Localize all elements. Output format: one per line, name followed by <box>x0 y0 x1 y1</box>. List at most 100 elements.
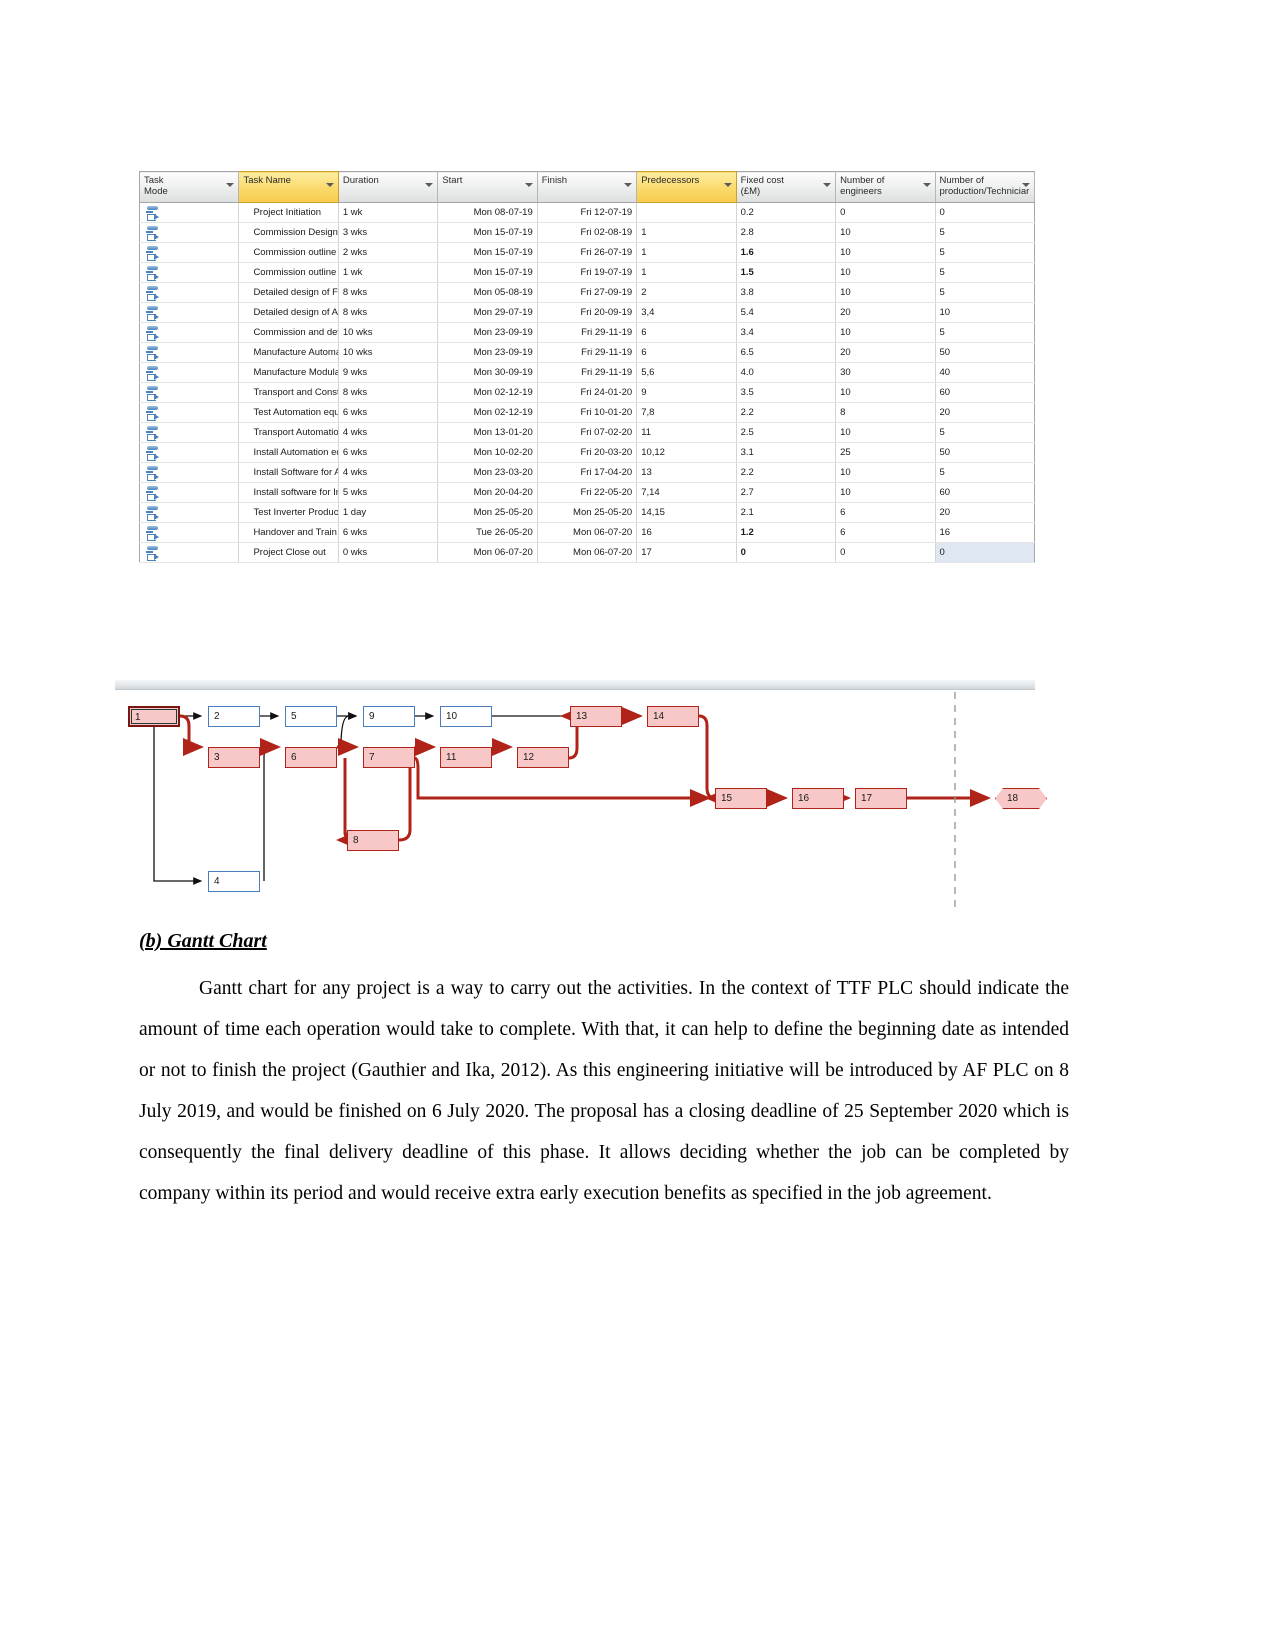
column-header-start[interactable]: Start <box>437 171 538 203</box>
column-header-pred[interactable]: Predecessors <box>636 171 737 203</box>
cell-pred[interactable]: 11 <box>636 422 737 443</box>
column-header-mode[interactable]: Task Mode <box>139 171 240 203</box>
task-mode-cell[interactable] <box>139 502 240 523</box>
chevron-down-icon[interactable] <box>226 183 235 187</box>
cell-eng[interactable]: 6 <box>835 502 936 523</box>
cell-dur[interactable]: 3 wks <box>338 222 439 243</box>
table-row[interactable]: Test Inverter Production1 day Mon 25-05-2… <box>139 502 1035 523</box>
task-mode-cell[interactable] <box>139 522 240 543</box>
task-mode-cell[interactable] <box>139 202 240 223</box>
cell-fin[interactable]: Fri 19-07-19 <box>537 262 638 283</box>
cell-dur[interactable]: 8 wks <box>338 302 439 323</box>
cell-start[interactable]: Mon 23-09-19 <box>437 322 538 343</box>
cell-start[interactable]: Mon 23-03-20 <box>437 462 538 483</box>
cell-pred[interactable]: 10,12 <box>636 442 737 463</box>
cell-start[interactable]: Mon 13-01-20 <box>437 422 538 443</box>
task-mode-cell[interactable] <box>139 282 240 303</box>
table-body[interactable]: Project Initiation 1 wk Mon 08-07-19 Fri 12… <box>139 202 1035 563</box>
network-node-8[interactable]: 8 <box>347 830 399 851</box>
table-row[interactable]: Commission and develop 10 wks Mon 23-09-19… <box>139 322 1035 343</box>
task-mode-cell[interactable] <box>139 462 240 483</box>
cell-fin[interactable]: Fri 12-07-19 <box>537 202 638 223</box>
cell-start[interactable]: Tue 26-05-20 <box>437 522 538 543</box>
cell-name[interactable]: Commission outline Desi <box>238 262 339 283</box>
task-mode-cell[interactable] <box>139 342 240 363</box>
cell-prod[interactable]: 5 <box>935 262 1035 283</box>
network-node-12[interactable]: 12 <box>517 747 569 768</box>
cell-dur[interactable]: 6 wks <box>338 442 439 463</box>
cell-cost[interactable]: 3.8 <box>736 282 837 303</box>
cell-fin[interactable]: Fri 17-04-20 <box>537 462 638 483</box>
cell-name[interactable]: Handover and Train TTF e <box>238 522 339 543</box>
cell-name[interactable]: Manufacture Modular Fa <box>238 362 339 383</box>
table-row[interactable]: Install Software for Auto 4 wks Mon 23-03-… <box>139 462 1035 483</box>
cell-cost[interactable]: 2.2 <box>736 402 837 423</box>
cell-cost[interactable]: 0.2 <box>736 202 837 223</box>
cell-pred[interactable]: 7,14 <box>636 482 737 503</box>
network-node-17[interactable]: 17 <box>855 788 907 809</box>
task-mode-cell[interactable] <box>139 382 240 403</box>
chevron-down-icon[interactable] <box>922 183 931 187</box>
cell-eng[interactable]: 6 <box>835 522 936 543</box>
network-node-4[interactable]: 4 <box>208 871 260 892</box>
task-mode-cell[interactable] <box>139 302 240 323</box>
cell-dur[interactable]: 8 wks <box>338 382 439 403</box>
cell-dur[interactable]: 2 wks <box>338 242 439 263</box>
network-node-7[interactable]: 7 <box>363 747 415 768</box>
column-header-prod[interactable]: Number of production/Techniciar <box>935 171 1035 203</box>
cell-cost[interactable]: 1.2 <box>736 522 837 543</box>
cell-dur[interactable]: 4 wks <box>338 422 439 443</box>
cell-eng[interactable]: 8 <box>835 402 936 423</box>
cell-name[interactable]: Commission Design of Fa <box>238 222 339 243</box>
cell-name[interactable]: Project Initiation <box>238 202 339 223</box>
cell-start[interactable]: Mon 15-07-19 <box>437 242 538 263</box>
cell-prod[interactable]: 5 <box>935 222 1035 243</box>
table-row[interactable]: Manufacture Modular Fa 9 wks Mon 30-09-19 F… <box>139 362 1035 383</box>
chevron-down-icon[interactable] <box>723 183 732 187</box>
cell-fin[interactable]: Fri 02-08-19 <box>537 222 638 243</box>
cell-dur[interactable]: 6 wks <box>338 522 439 543</box>
cell-cost[interactable]: 5.4 <box>736 302 837 323</box>
task-mode-cell[interactable] <box>139 222 240 243</box>
table-row[interactable]: Handover and Train TTF e 6 wks Tue 26-05-2… <box>139 522 1035 543</box>
task-mode-cell[interactable] <box>139 422 240 443</box>
cell-fin[interactable]: Mon 06-07-20 <box>537 542 638 563</box>
cell-pred[interactable]: 1 <box>636 242 737 263</box>
cell-name[interactable]: Install software for Inver <box>238 482 339 503</box>
cell-eng[interactable]: 10 <box>835 462 936 483</box>
cell-cost[interactable]: 2.7 <box>736 482 837 503</box>
cell-prod[interactable]: 5 <box>935 242 1035 263</box>
cell-dur[interactable]: 0 wks <box>338 542 439 563</box>
network-node-1[interactable]: 1 <box>128 706 180 727</box>
cell-eng[interactable]: 10 <box>835 482 936 503</box>
task-mode-cell[interactable] <box>139 402 240 423</box>
cell-cost[interactable]: 2.5 <box>736 422 837 443</box>
task-mode-cell[interactable] <box>139 482 240 503</box>
cell-cost[interactable]: 2.8 <box>736 222 837 243</box>
cell-cost[interactable]: 2.1 <box>736 502 837 523</box>
cell-prod[interactable]: 20 <box>935 502 1035 523</box>
cell-name[interactable]: Manufacture Automation <box>238 342 339 363</box>
chevron-down-icon[interactable] <box>325 183 334 187</box>
cell-prod[interactable]: 5 <box>935 462 1035 483</box>
cell-cost[interactable]: 3.1 <box>736 442 837 463</box>
cell-pred[interactable]: 14,15 <box>636 502 737 523</box>
cell-name[interactable]: Project Close out <box>238 542 339 563</box>
cell-cost[interactable]: 3.4 <box>736 322 837 343</box>
cell-dur[interactable]: 6 wks <box>338 402 439 423</box>
cell-eng[interactable]: 10 <box>835 422 936 443</box>
network-node-15[interactable]: 15 <box>715 788 767 809</box>
cell-prod[interactable]: 40 <box>935 362 1035 383</box>
cell-start[interactable]: Mon 06-07-20 <box>437 542 538 563</box>
cell-eng[interactable]: 0 <box>835 542 936 563</box>
cell-name[interactable]: Transport and Construct I <box>238 382 339 403</box>
cell-prod[interactable]: 5 <box>935 282 1035 303</box>
network-node-6[interactable]: 6 <box>285 747 337 768</box>
cell-fin[interactable]: Fri 29-11-19 <box>537 342 638 363</box>
table-row[interactable]: Project Initiation 1 wk Mon 08-07-19 Fri 12… <box>139 202 1035 223</box>
network-node-11[interactable]: 11 <box>440 747 492 768</box>
cell-cost[interactable]: 1.6 <box>736 242 837 263</box>
cell-fin[interactable]: Fri 26-07-19 <box>537 242 638 263</box>
cell-fin[interactable]: Fri 10-01-20 <box>537 402 638 423</box>
cell-eng[interactable]: 25 <box>835 442 936 463</box>
